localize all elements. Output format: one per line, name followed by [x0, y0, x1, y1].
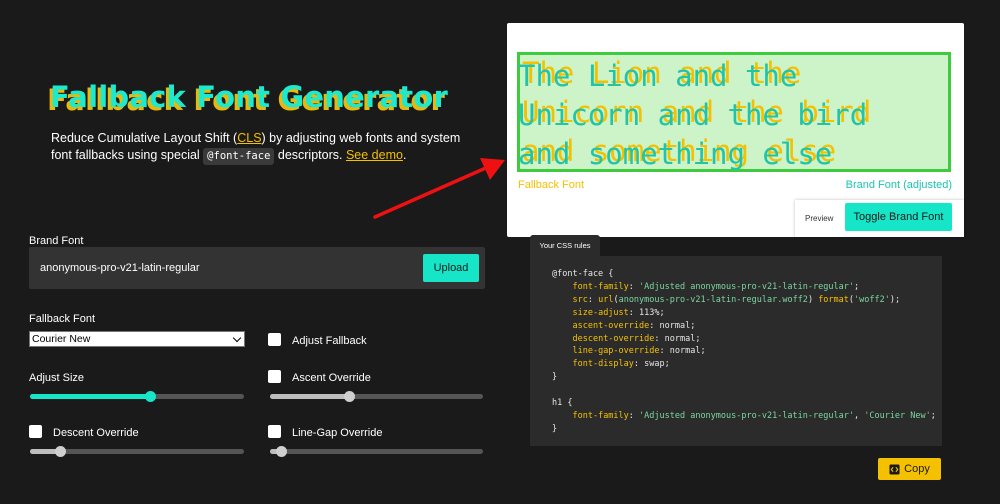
copy-label: Copy [904, 463, 930, 475]
css-rules-tab[interactable]: Your CSS rules [530, 235, 600, 256]
adjust-fallback-checkbox[interactable] [268, 333, 281, 346]
brand-font-value: anonymous-pro-v21-latin-regular [40, 262, 200, 274]
preview-toolbar: Preview Toggle Brand Font [795, 200, 964, 237]
upload-button[interactable]: Upload [423, 254, 479, 282]
descent-override-checkbox[interactable] [29, 425, 42, 438]
preview-text-area: The Lion and the Unicorn and the bird an… [517, 52, 951, 172]
brand-font-label: Brand Font [29, 235, 84, 247]
brand-font-sample: The Lion and the Unicorn and the bird an… [518, 59, 868, 171]
ascent-override-label: Ascent Override [292, 372, 371, 384]
descent-override-label: Descent Override [53, 427, 139, 439]
chevron-down-icon [232, 333, 242, 343]
css-rules-panel: @font-face { font-family: 'Adjusted anon… [530, 256, 942, 446]
line-gap-override-slider[interactable] [270, 446, 483, 457]
preview-panel: The Lion and the Unicorn and the bird an… [507, 23, 964, 237]
adjust-size-slider[interactable] [30, 391, 244, 402]
font-face-code-chip: @font-face [203, 148, 275, 165]
adjust-size-slider-fill [30, 394, 150, 399]
adjust-size-label: Adjust Size [29, 372, 85, 384]
fallback-font-label: Fallback Font [518, 179, 585, 191]
ascent-override-checkbox[interactable] [268, 370, 281, 383]
code-icon [889, 463, 900, 475]
red-arrow-annotation [373, 158, 505, 219]
ascent-override-slider[interactable] [270, 391, 483, 402]
fallback-font-select[interactable]: Courier New [29, 331, 245, 347]
line-gap-override-checkbox[interactable] [268, 425, 281, 438]
brand-font-field: anonymous-pro-v21-latin-regular Upload [29, 247, 485, 289]
line-gap-override-label: Line-Gap Override [292, 427, 383, 439]
fallback-font-selected: Courier New [32, 333, 91, 345]
ascent-override-slider-thumb[interactable] [344, 391, 355, 402]
adjust-fallback-label: Adjust Fallback [292, 335, 367, 347]
preview-toolbar-label: Preview [805, 214, 834, 223]
cls-link[interactable]: CLS [237, 131, 261, 145]
brand-font-adjusted-label: Brand Font (adjusted) [845, 179, 952, 191]
toggle-brand-font-button[interactable]: Toggle Brand Font [845, 203, 952, 231]
adjust-size-slider-thumb[interactable] [145, 391, 156, 402]
css-code-block: @font-face { font-family: 'Adjusted anon… [552, 269, 936, 434]
line-gap-override-slider-thumb[interactable] [276, 446, 287, 457]
copy-button[interactable]: Copy [878, 458, 941, 480]
descent-override-slider[interactable] [30, 446, 244, 457]
page-title: Fallback Font Generator [50, 80, 448, 114]
descent-override-slider-thumb[interactable] [55, 446, 66, 457]
fallback-font-select-label: Fallback Font [29, 313, 96, 325]
ascent-override-slider-fill [270, 394, 349, 399]
